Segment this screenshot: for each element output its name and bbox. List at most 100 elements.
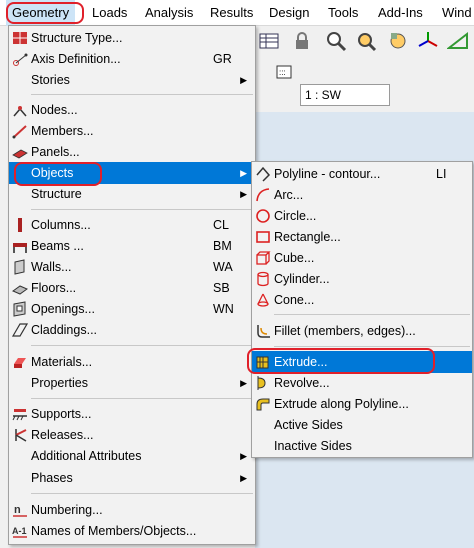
view-3d-icon[interactable] (447, 30, 469, 52)
menu-item-inactive-sides[interactable]: Inactive Sides (252, 435, 472, 457)
menu-item-label: Additional Attributes (31, 449, 142, 463)
menu-item-releases[interactable]: Releases... (9, 424, 255, 446)
menu-item-arc[interactable]: Arc... (252, 184, 472, 206)
menu-item-shortcut: BM (213, 239, 232, 253)
menu-separator (31, 209, 253, 210)
lock-icon[interactable] (291, 30, 313, 52)
menu-item-active-sides[interactable]: Active Sides (252, 414, 472, 436)
menu-loads[interactable]: Loads (86, 0, 133, 26)
menu-geometry[interactable]: Geometry (6, 0, 76, 26)
menu-design[interactable]: Design (263, 0, 315, 26)
members-icon (12, 125, 27, 139)
menu-item-rectangle[interactable]: Rectangle... (252, 226, 472, 248)
axes-icon[interactable] (417, 30, 439, 52)
menu-item-numbering[interactable]: n Numbering... (9, 499, 255, 521)
menu-item-objects[interactable]: Objects ▶ (9, 162, 255, 184)
cube-icon (256, 251, 271, 265)
menu-item-members[interactable]: Members... (9, 120, 255, 142)
menu-item-label: Rectangle... (274, 230, 341, 244)
menu-item-properties[interactable]: Properties ▶ (9, 372, 255, 394)
menu-item-columns[interactable]: Columns... CL (9, 214, 255, 236)
fillet-icon (257, 325, 270, 338)
circle-icon (256, 209, 270, 223)
arc-icon (256, 188, 270, 202)
menu-item-label: Openings... (31, 302, 95, 316)
svg-text:n: n (14, 504, 21, 516)
menu-results[interactable]: Results (204, 0, 259, 26)
claddings-icon (12, 323, 28, 337)
menu-item-cylinder[interactable]: Cylinder... (252, 268, 472, 290)
menu-item-label: Fillet (members, edges)... (274, 324, 416, 338)
panels-icon (12, 149, 28, 159)
menu-item-floors[interactable]: Floors... SB (9, 277, 255, 299)
extrude-polyline-icon (256, 398, 270, 411)
menu-item-label: Phases (31, 471, 73, 485)
menu-separator (31, 94, 253, 95)
menu-item-claddings[interactable]: Claddings... (9, 319, 255, 341)
menu-item-label: Cube... (274, 251, 315, 265)
menu-item-shortcut: CL (213, 218, 229, 232)
menu-item-label: Polyline - contour... (274, 167, 381, 181)
menu-item-revolve[interactable]: Revolve... (252, 372, 472, 394)
menu-item-structure-type[interactable]: Structure Type... (9, 27, 255, 49)
menu-item-cone[interactable]: Cone... (252, 289, 472, 311)
polyline-icon (256, 166, 271, 182)
table-icon[interactable] (258, 30, 280, 52)
menu-item-supports[interactable]: Supports... (9, 403, 255, 425)
menu-item-polyline-contour[interactable]: Polyline - contour... LI (252, 163, 472, 185)
menu-item-circle[interactable]: Circle... (252, 205, 472, 227)
menu-item-shortcut: WA (213, 260, 233, 274)
menu-item-label: Floors... (31, 281, 77, 295)
svg-text:A-1: A-1 (12, 526, 27, 536)
menu-item-walls[interactable]: Walls... WA (9, 256, 255, 278)
beams-icon (13, 243, 27, 253)
geometry-menu: Structure Type... Axis Definition... GR … (8, 25, 256, 545)
menu-item-extrude[interactable]: Extrude... (252, 351, 472, 373)
zoom-icon[interactable] (325, 30, 347, 52)
menu-item-panels[interactable]: Panels... (9, 141, 255, 163)
menu-item-extrude-along-polyline[interactable]: Extrude along Polyline... (252, 393, 472, 415)
menu-item-label: Structure (31, 187, 82, 201)
menu-item-label: Extrude... (274, 355, 328, 369)
menu-item-label: Axis Definition... (31, 52, 121, 66)
supports-icon (12, 409, 27, 421)
menu-item-shortcut: GR (213, 52, 232, 66)
menu-item-shortcut: LI (436, 167, 447, 181)
menu-tools[interactable]: Tools (322, 0, 364, 26)
menu-separator (31, 493, 253, 494)
menu-item-nodes[interactable]: Nodes... (9, 99, 255, 121)
menu-item-fillet[interactable]: Fillet (members, edges)... (252, 320, 472, 342)
menu-separator (31, 345, 253, 346)
menu-analysis[interactable]: Analysis (139, 0, 199, 26)
numbering-icon: n (13, 504, 27, 517)
menu-item-label: Revolve... (274, 376, 330, 390)
menu-item-beams[interactable]: Beams ... BM (9, 235, 255, 257)
menu-item-label: Active Sides (274, 418, 343, 432)
submenu-arrow-icon: ▶ (240, 451, 247, 461)
objects-submenu: Polyline - contour... LI Arc... Circle..… (251, 161, 473, 458)
pan-icon[interactable] (387, 30, 409, 52)
menu-bar: Geometry Loads Analysis Results Design T… (0, 0, 474, 26)
menu-wind[interactable]: Wind (436, 0, 474, 26)
columns-icon (18, 218, 22, 232)
toolbar-view: ::: (255, 56, 474, 86)
menu-item-names[interactable]: A-1 Names of Members/Objects... (9, 520, 255, 542)
zoom-window-icon[interactable] (355, 30, 377, 52)
menu-item-label: Inactive Sides (274, 439, 352, 453)
menu-add-ins[interactable]: Add-Ins (372, 0, 429, 26)
toolbar-top (255, 26, 474, 56)
view-select[interactable]: 1 : SW (300, 84, 390, 106)
menu-item-label: Panels... (31, 145, 80, 159)
menu-item-cube[interactable]: Cube... (252, 247, 472, 269)
menu-item-phases[interactable]: Phases ▶ (9, 467, 255, 489)
menu-item-openings[interactable]: Openings... WN (9, 298, 255, 320)
menu-item-axis-definition[interactable]: Axis Definition... GR (9, 48, 255, 70)
menu-item-additional-attributes[interactable]: Additional Attributes ▶ (9, 445, 255, 467)
menu-item-label: Numbering... (31, 503, 103, 517)
menu-item-stories[interactable]: Stories ▶ (9, 69, 255, 91)
menu-item-materials[interactable]: Materials... (9, 351, 255, 373)
menu-item-label: Stories (31, 73, 70, 87)
pointer-icon[interactable]: ::: (273, 60, 295, 82)
menu-item-structure[interactable]: Structure ▶ (9, 183, 255, 205)
revolve-icon (257, 376, 266, 390)
